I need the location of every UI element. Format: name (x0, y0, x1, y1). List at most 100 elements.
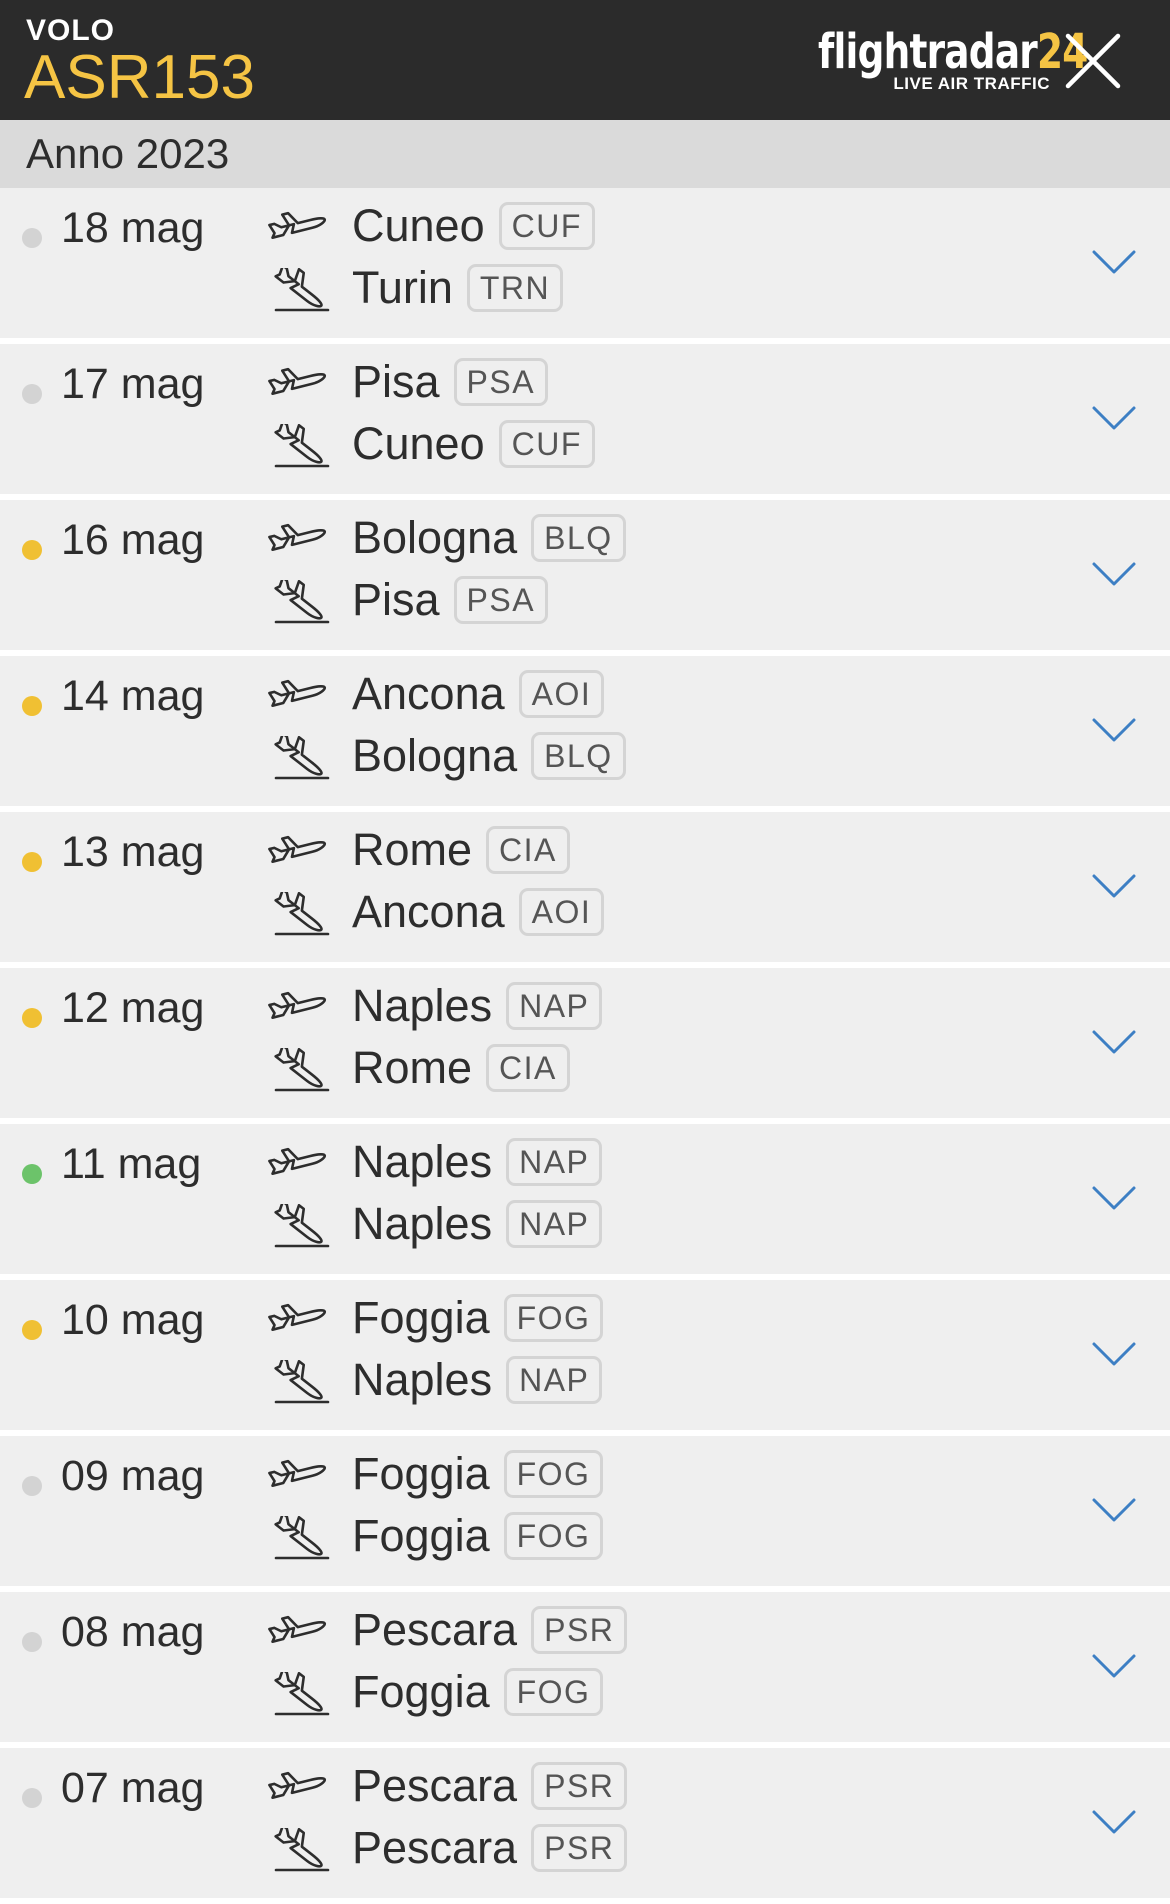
flight-row[interactable]: 08 mag Pescara PSR Foggia FOG (0, 1592, 1170, 1748)
chevron-down-icon[interactable] (1090, 714, 1138, 746)
arrival-city: Bologna (352, 730, 518, 781)
chevron-down-icon[interactable] (1090, 1806, 1138, 1838)
chevron-down-icon[interactable] (1090, 1182, 1138, 1214)
departure-code-badge: NAP (506, 982, 603, 1030)
chevron-down-icon[interactable] (1090, 1650, 1138, 1682)
flight-date: 16 mag (61, 516, 205, 564)
arrival-code-badge: AOI (518, 888, 605, 936)
chevron-down-icon[interactable] (1090, 402, 1138, 434)
flight-row[interactable]: 12 mag Naples NAP Rome CIA (0, 968, 1170, 1124)
flight-row[interactable]: 18 mag Cuneo CUF Turin TRN (0, 188, 1170, 344)
year-header: Anno 2023 (0, 120, 1170, 188)
departure-code-badge: PSR (531, 1606, 628, 1654)
departure-code-badge: FOG (503, 1450, 604, 1498)
departure-airport: Foggia FOG (352, 1448, 604, 1500)
departure-plane-icon (268, 1303, 327, 1331)
departure-airport: Cuneo CUF (352, 200, 595, 252)
arrival-plane-icon (274, 1204, 330, 1248)
arrival-plane-icon (274, 736, 330, 780)
flight-date: 08 mag (61, 1608, 205, 1656)
arrival-city: Naples (352, 1354, 493, 1405)
chevron-down-icon[interactable] (1090, 1026, 1138, 1058)
flight-row[interactable]: 17 mag Pisa PSA Cuneo CUF (0, 344, 1170, 500)
flight-date: 11 mag (61, 1140, 202, 1188)
arrival-plane-icon (274, 268, 330, 312)
departure-code-badge: BLQ (531, 514, 626, 562)
chevron-down-icon[interactable] (1090, 1338, 1138, 1370)
flight-number: ASR153 (24, 43, 255, 112)
departure-airport: Rome CIA (352, 824, 570, 876)
status-dot (22, 1788, 42, 1808)
logo-tagline: LIVE AIR TRAFFIC (893, 74, 1050, 93)
flight-date: 09 mag (61, 1452, 205, 1500)
status-dot (22, 384, 42, 404)
departure-airport: Naples NAP (352, 980, 603, 1032)
arrival-code-badge: PSA (453, 576, 549, 624)
status-dot (22, 228, 42, 248)
logo-wordmark: flightradar24 (818, 24, 1088, 80)
departure-city: Rome (352, 824, 473, 875)
arrival-airport: Cuneo CUF (352, 418, 595, 470)
flight-row[interactable]: 10 mag Foggia FOG Naples NAP (0, 1280, 1170, 1436)
flightradar24-logo: flightradar24 LIVE AIR TRAFFIC (818, 24, 1088, 96)
flight-row[interactable]: 07 mag Pescara PSR Pescara PSR (0, 1748, 1170, 1904)
flight-row[interactable]: 16 mag Bologna BLQ Pisa PSA (0, 500, 1170, 656)
flight-row[interactable]: 11 mag Naples NAP Naples NAP (0, 1124, 1170, 1280)
departure-city: Foggia (352, 1448, 490, 1499)
departure-plane-icon (268, 991, 327, 1019)
arrival-plane-icon (274, 1516, 330, 1560)
flight-row[interactable]: 13 mag Rome CIA Ancona AOI (0, 812, 1170, 968)
arrival-code-badge: NAP (506, 1200, 603, 1248)
app-header: VOLO ASR153 flightradar24 LIVE AIR TRAFF… (0, 0, 1170, 120)
arrival-city: Foggia (352, 1666, 490, 1717)
departure-code-badge: PSR (531, 1762, 628, 1810)
arrival-city: Pisa (352, 574, 440, 625)
arrival-airport: Bologna BLQ (352, 730, 626, 782)
departure-plane-icon (268, 835, 327, 863)
flight-row[interactable]: 09 mag Foggia FOG Foggia FOG (0, 1436, 1170, 1592)
arrival-code-badge: CUF (498, 420, 595, 468)
arrival-city: Turin (352, 262, 453, 313)
arrival-code-badge: CIA (486, 1044, 570, 1092)
arrival-airport: Rome CIA (352, 1042, 570, 1094)
flight-date: 12 mag (61, 984, 205, 1032)
arrival-plane-icon (274, 1828, 330, 1872)
chevron-down-icon[interactable] (1090, 870, 1138, 902)
arrival-airport: Naples NAP (352, 1354, 603, 1406)
chevron-down-icon[interactable] (1090, 1494, 1138, 1526)
flight-date: 14 mag (61, 672, 205, 720)
logo-text: flightradar (818, 24, 1038, 80)
arrival-city: Foggia (352, 1510, 490, 1561)
departure-airport: Pescara PSR (352, 1760, 628, 1812)
departure-city: Pisa (352, 356, 440, 407)
departure-city: Bologna (352, 512, 518, 563)
chevron-down-icon[interactable] (1090, 246, 1138, 278)
arrival-code-badge: FOG (503, 1668, 604, 1716)
departure-plane-icon (268, 211, 327, 239)
departure-code-badge: AOI (518, 670, 605, 718)
chevron-down-icon[interactable] (1090, 558, 1138, 590)
departure-city: Cuneo (352, 200, 485, 251)
departure-city: Pescara (352, 1760, 518, 1811)
flight-row[interactable]: 14 mag Ancona AOI Bologna BLQ (0, 656, 1170, 812)
arrival-plane-icon (274, 1360, 330, 1404)
status-dot (22, 1476, 42, 1496)
departure-airport: Naples NAP (352, 1136, 603, 1188)
departure-airport: Pisa PSA (352, 356, 549, 408)
status-dot (22, 696, 42, 716)
close-button[interactable] (1064, 32, 1122, 90)
arrival-airport: Naples NAP (352, 1198, 603, 1250)
departure-airport: Pescara PSR (352, 1604, 628, 1656)
status-dot (22, 1320, 42, 1340)
departure-code-badge: CIA (486, 826, 570, 874)
departure-code-badge: NAP (506, 1138, 603, 1186)
arrival-city: Rome (352, 1042, 473, 1093)
arrival-code-badge: NAP (506, 1356, 603, 1404)
departure-code-badge: FOG (503, 1294, 604, 1342)
arrival-city: Pescara (352, 1822, 518, 1873)
arrival-airport: Pescara PSR (352, 1822, 628, 1874)
departure-code-badge: PSA (453, 358, 549, 406)
arrival-plane-icon (274, 424, 330, 468)
arrival-airport: Foggia FOG (352, 1666, 604, 1718)
arrival-code-badge: BLQ (531, 732, 626, 780)
